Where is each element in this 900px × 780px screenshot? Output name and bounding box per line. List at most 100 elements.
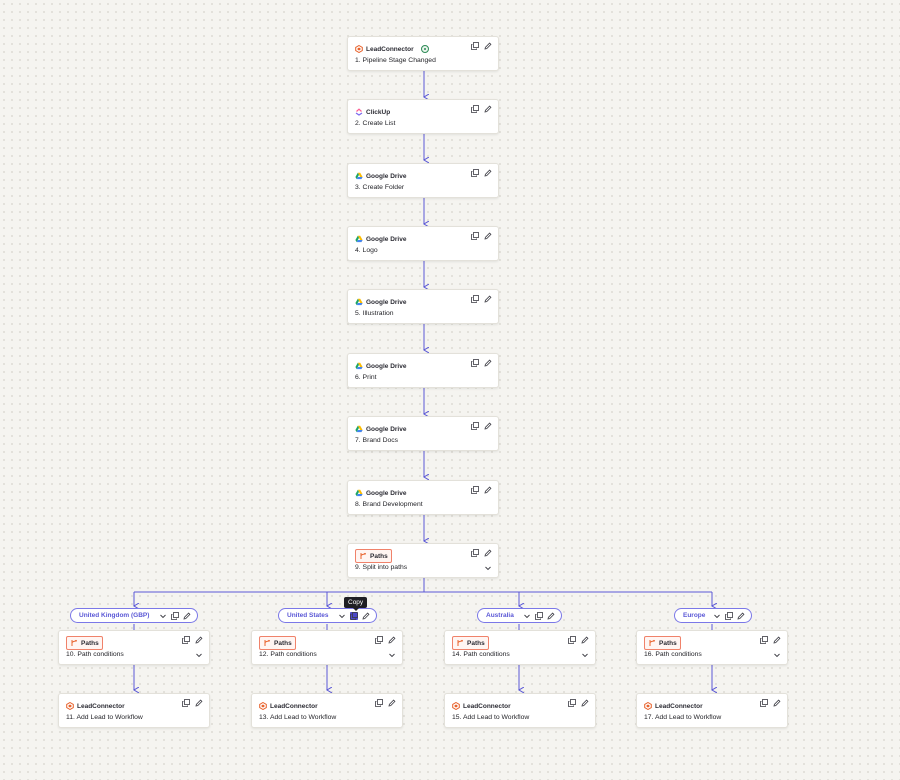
chevron-down-icon[interactable] <box>388 651 396 659</box>
copy-icon[interactable] <box>471 295 479 303</box>
step-title: 14. Path conditions <box>452 651 510 658</box>
branch-pill-united-states[interactable]: United States <box>278 608 377 623</box>
pencil-icon[interactable] <box>484 486 492 494</box>
copy-icon[interactable] <box>375 636 383 644</box>
step-app: LeadConnector <box>452 700 511 712</box>
branch-pill-australia[interactable]: Australia <box>477 608 562 623</box>
step-app: LeadConnector <box>355 43 429 55</box>
paths-icon <box>263 639 271 647</box>
step-title: 5. Illustration <box>355 310 394 317</box>
step-title: 4. Logo <box>355 247 378 254</box>
copy-icon[interactable] <box>760 699 768 707</box>
chevron-down-icon[interactable] <box>523 612 531 620</box>
pencil-icon[interactable] <box>484 359 492 367</box>
chevron-down-icon[interactable] <box>338 612 346 620</box>
step-add-lead-uk[interactable]: LeadConnector 11. Add Lead to Workflow <box>58 693 210 728</box>
step-app: Google Drive <box>355 487 406 499</box>
copy-icon[interactable] <box>471 359 479 367</box>
copy-icon[interactable] <box>471 486 479 494</box>
step-app: Google Drive <box>355 360 406 372</box>
chevron-down-icon[interactable] <box>713 612 721 620</box>
copy-icon[interactable] <box>535 612 543 620</box>
pencil-icon[interactable] <box>388 636 396 644</box>
branch-pill-europe[interactable]: Europe <box>674 608 752 623</box>
copy-icon[interactable] <box>471 169 479 177</box>
pencil-icon[interactable] <box>581 699 589 707</box>
paths-badge: Paths <box>355 549 392 563</box>
paths-badge: Paths <box>259 636 296 650</box>
step-create-list[interactable]: ClickUp 2. Create List <box>347 99 499 134</box>
copy-icon[interactable] <box>568 699 576 707</box>
step-path-conditions-us[interactable]: Paths 12. Path conditions <box>251 630 403 665</box>
copy-icon[interactable] <box>568 636 576 644</box>
step-title: 6. Print <box>355 374 377 381</box>
step-illustration[interactable]: Google Drive 5. Illustration <box>347 289 499 324</box>
step-path-conditions-uk[interactable]: Paths 10. Path conditions <box>58 630 210 665</box>
copy-icon[interactable] <box>471 42 479 50</box>
step-title: 11. Add Lead to Workflow <box>66 714 143 721</box>
step-add-lead-eu[interactable]: LeadConnector 17. Add Lead to Workflow <box>636 693 788 728</box>
copy-icon[interactable] <box>471 549 479 557</box>
copy-icon[interactable] <box>471 422 479 430</box>
step-title: 10. Path conditions <box>66 651 124 658</box>
clickup-icon <box>355 108 363 116</box>
copy-icon[interactable] <box>182 699 190 707</box>
step-split-into-paths[interactable]: Paths 9. Split into paths <box>347 543 499 578</box>
pencil-icon[interactable] <box>547 612 555 620</box>
leadconnector-icon <box>452 702 460 710</box>
step-trigger[interactable]: LeadConnector 1. Pipeline Stage Changed <box>347 36 499 71</box>
chevron-down-icon[interactable] <box>581 651 589 659</box>
pencil-icon[interactable] <box>484 422 492 430</box>
pencil-icon[interactable] <box>581 636 589 644</box>
step-logo[interactable]: Google Drive 4. Logo <box>347 226 499 261</box>
pencil-icon[interactable] <box>183 612 191 620</box>
pencil-icon[interactable] <box>195 636 203 644</box>
pencil-icon[interactable] <box>773 636 781 644</box>
pencil-icon[interactable] <box>484 295 492 303</box>
step-app: LeadConnector <box>66 700 125 712</box>
step-title: 7. Brand Docs <box>355 437 399 444</box>
copy-icon[interactable] <box>471 232 479 240</box>
pencil-icon[interactable] <box>484 105 492 113</box>
copy-icon[interactable] <box>350 612 358 620</box>
step-title: 16. Path conditions <box>644 651 702 658</box>
leadconnector-icon <box>644 702 652 710</box>
chevron-down-icon[interactable] <box>159 612 167 620</box>
step-app: LeadConnector <box>644 700 703 712</box>
step-add-lead-au[interactable]: LeadConnector 15. Add Lead to Workflow <box>444 693 596 728</box>
copy-icon[interactable] <box>471 105 479 113</box>
step-brand-docs[interactable]: Google Drive 7. Brand Docs <box>347 416 499 451</box>
step-title: 15. Add Lead to Workflow <box>452 714 530 721</box>
pencil-icon[interactable] <box>773 699 781 707</box>
pencil-icon[interactable] <box>737 612 745 620</box>
step-create-folder[interactable]: Google Drive 3. Create Folder <box>347 163 499 198</box>
step-path-conditions-au[interactable]: Paths 14. Path conditions <box>444 630 596 665</box>
google-drive-icon <box>355 425 363 433</box>
branch-pill-united-kingdom[interactable]: United Kingdom (GBP) <box>70 608 198 623</box>
chevron-down-icon[interactable] <box>484 564 492 572</box>
chevron-down-icon[interactable] <box>195 651 203 659</box>
copy-icon[interactable] <box>182 636 190 644</box>
pencil-icon[interactable] <box>195 699 203 707</box>
step-path-conditions-eu[interactable]: Paths 16. Path conditions <box>636 630 788 665</box>
copy-icon[interactable] <box>171 612 179 620</box>
step-app: Google Drive <box>355 233 406 245</box>
copy-icon[interactable] <box>375 699 383 707</box>
pencil-icon[interactable] <box>484 232 492 240</box>
copy-icon[interactable] <box>725 612 733 620</box>
pencil-icon[interactable] <box>484 549 492 557</box>
step-title: 13. Add Lead to Workflow <box>259 714 337 721</box>
pencil-icon[interactable] <box>388 699 396 707</box>
leadconnector-icon <box>259 702 267 710</box>
pencil-icon[interactable] <box>484 42 492 50</box>
copy-icon[interactable] <box>760 636 768 644</box>
step-add-lead-us[interactable]: LeadConnector 13. Add Lead to Workflow <box>251 693 403 728</box>
workflow-canvas[interactable]: LeadConnector 1. Pipeline Stage Changed … <box>0 0 900 780</box>
step-title: 8. Brand Development <box>355 501 423 508</box>
pencil-icon[interactable] <box>362 612 370 620</box>
chevron-down-icon[interactable] <box>773 651 781 659</box>
pencil-icon[interactable] <box>484 169 492 177</box>
step-brand-development[interactable]: Google Drive 8. Brand Development <box>347 480 499 515</box>
leadconnector-icon <box>66 702 74 710</box>
step-print[interactable]: Google Drive 6. Print <box>347 353 499 388</box>
